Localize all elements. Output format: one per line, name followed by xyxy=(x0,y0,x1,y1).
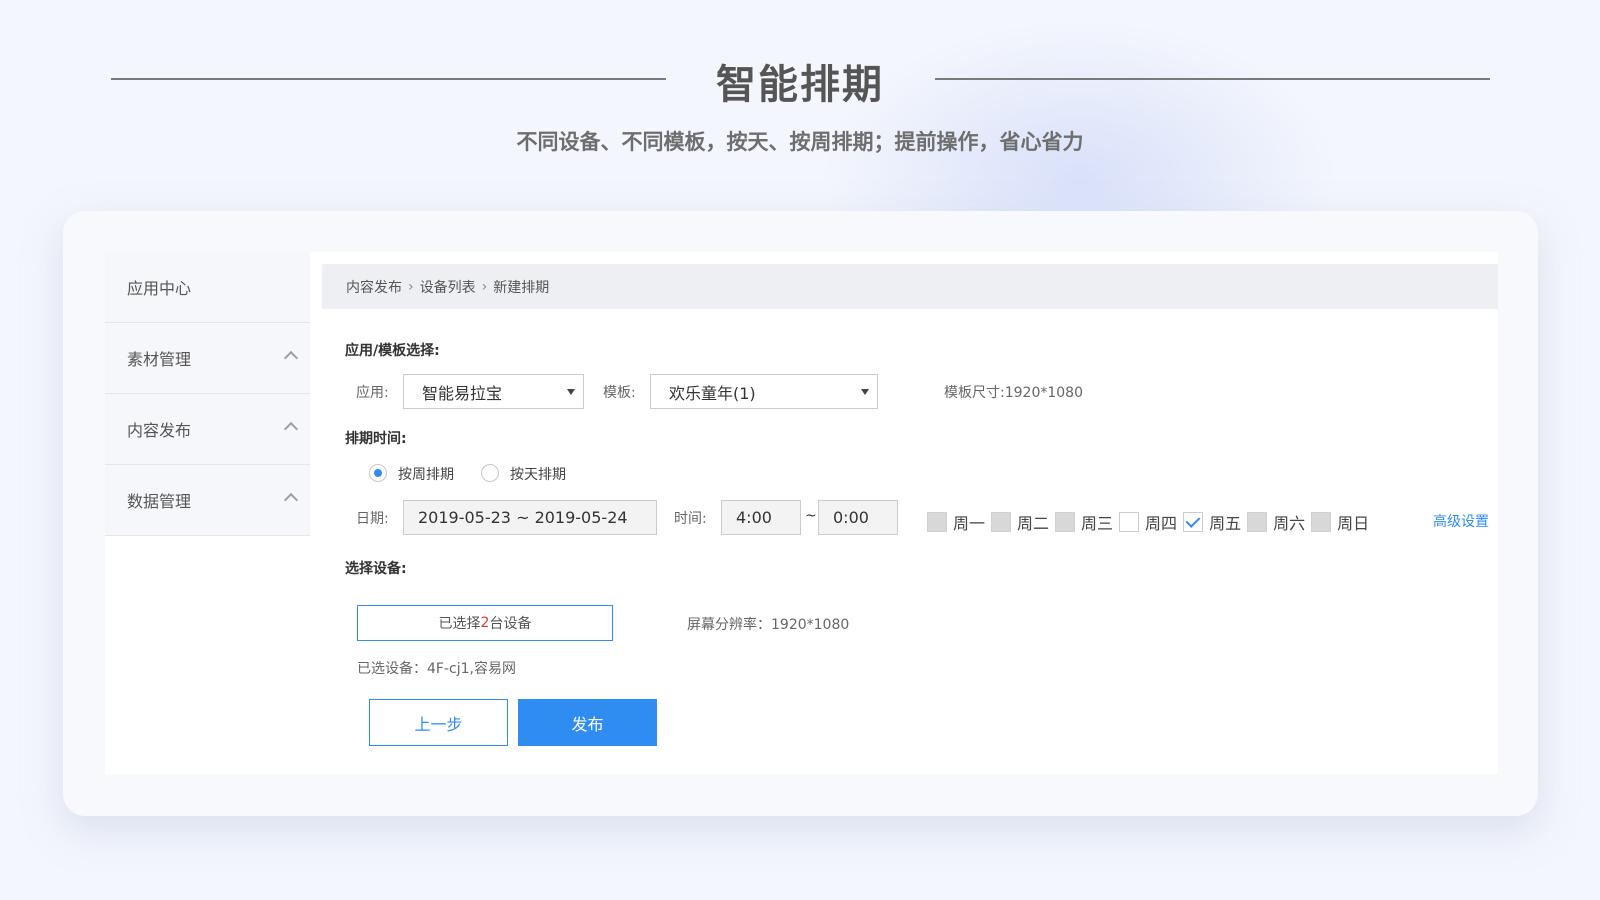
checkbox-disabled xyxy=(1247,512,1268,532)
template-select-value: 欢乐童年(1) xyxy=(669,383,756,403)
weekday-thu[interactable]: 周四 xyxy=(1119,510,1177,534)
template-size: 模板尺寸:1920*1080 xyxy=(944,385,1083,401)
date-range-value: 2019-05-23 ~ 2019-05-24 xyxy=(418,508,628,527)
weekday-sun[interactable]: 周日 xyxy=(1311,510,1369,534)
sidebar-item-label: 内容发布 xyxy=(127,421,192,440)
breadcrumb-item-current: 新建排期 xyxy=(493,279,550,296)
time-separator: ~ xyxy=(805,508,817,524)
weekday-mon[interactable]: 周一 xyxy=(927,510,985,534)
weekday-label: 周二 xyxy=(1017,514,1050,533)
device-count: 2 xyxy=(480,615,490,631)
checkmark-icon xyxy=(1183,512,1204,532)
section-label-app-template: 应用/模板选择: xyxy=(345,343,440,359)
sidebar-item-label: 素材管理 xyxy=(127,350,192,369)
time-start-input[interactable]: 4:00 xyxy=(721,500,801,535)
radio-week[interactable] xyxy=(369,464,387,482)
checkbox-disabled xyxy=(991,512,1012,532)
radio-week-label: 按周排期 xyxy=(398,467,454,483)
select-device-button[interactable]: 已选择 2 台设备 xyxy=(357,605,613,641)
breadcrumb-separator: › xyxy=(408,278,414,295)
screen-resolution: 屏幕分辨率：1920*1080 xyxy=(687,617,850,633)
weekday-fri[interactable]: 周五 xyxy=(1183,510,1241,534)
time-end-value: 0:00 xyxy=(833,508,869,527)
breadcrumb-separator: › xyxy=(481,278,488,295)
time-end-input[interactable]: 0:00 xyxy=(818,500,898,535)
chevron-up-icon xyxy=(283,492,299,508)
weekday-tue[interactable]: 周二 xyxy=(991,510,1049,534)
page-subtitle: 不同设备、不同模板，按天、按周排期；提前操作，省心省力 xyxy=(516,130,1084,154)
checkbox-disabled xyxy=(1055,512,1076,532)
caret-down-icon xyxy=(567,389,575,395)
weekday-label: 周四 xyxy=(1145,514,1178,533)
sidebar-item-material[interactable]: 素材管理 xyxy=(105,323,310,394)
page-title: 智能排期 xyxy=(716,62,884,108)
template-select[interactable]: 欢乐童年(1) xyxy=(650,374,878,409)
app-select[interactable]: 智能易拉宝 xyxy=(403,374,584,409)
section-label-device: 选择设备: xyxy=(345,561,407,577)
sidebar-item-data[interactable]: 数据管理 xyxy=(105,465,310,536)
radio-day-label: 按天排期 xyxy=(510,467,566,483)
weekday-sat[interactable]: 周六 xyxy=(1247,510,1305,534)
app-label: 应用: xyxy=(356,385,389,401)
breadcrumb: 内容发布 › 设备列表 › 新建排期 xyxy=(322,264,1498,309)
app-window: 应用中心 素材管理 内容发布 数据管理 内容发布 › 设备列表 › 新建排期 应… xyxy=(105,252,1498,774)
weekday-checkboxes: 周一 周二 周三 周四 周五 周六 周日 xyxy=(927,510,1375,534)
device-button-prefix: 已选择 xyxy=(438,616,481,632)
weekday-label: 周五 xyxy=(1209,514,1242,533)
app-select-value: 智能易拉宝 xyxy=(422,383,503,403)
weekday-label: 周一 xyxy=(953,514,986,533)
checkbox-unchecked xyxy=(1119,512,1140,532)
weekday-wed[interactable]: 周三 xyxy=(1055,510,1113,534)
chevron-up-icon xyxy=(283,350,299,366)
previous-step-button[interactable]: 上一步 xyxy=(369,699,508,746)
checkbox-disabled xyxy=(1311,512,1332,532)
sidebar-item-app-center[interactable]: 应用中心 xyxy=(105,252,310,323)
date-label: 日期: xyxy=(356,511,389,527)
sidebar-item-label: 数据管理 xyxy=(127,492,192,511)
time-start-value: 4:00 xyxy=(736,508,772,527)
section-label-schedule: 排期时间: xyxy=(345,431,407,447)
sidebar: 应用中心 素材管理 内容发布 数据管理 xyxy=(105,252,310,536)
caret-down-icon xyxy=(861,389,869,395)
advanced-settings-link[interactable]: 高级设置 xyxy=(1433,511,1489,531)
device-button-suffix: 台设备 xyxy=(489,616,532,632)
selected-devices: 已选设备：4F-cj1,容易网 xyxy=(357,661,516,677)
weekday-label: 周三 xyxy=(1081,514,1114,533)
breadcrumb-item[interactable]: 设备列表 xyxy=(420,277,476,297)
radio-day[interactable] xyxy=(481,464,499,482)
sidebar-item-content-publish[interactable]: 内容发布 xyxy=(105,394,310,465)
sidebar-item-label: 应用中心 xyxy=(127,279,192,298)
breadcrumb-item[interactable]: 内容发布 xyxy=(346,277,402,297)
checkbox-disabled xyxy=(927,512,947,532)
chevron-up-icon xyxy=(283,421,299,437)
publish-button[interactable]: 发布 xyxy=(518,699,657,746)
template-label: 模板: xyxy=(603,385,636,401)
date-range-input[interactable]: 2019-05-23 ~ 2019-05-24 xyxy=(403,500,657,535)
time-label: 时间: xyxy=(674,511,707,527)
weekday-label: 周六 xyxy=(1273,514,1306,533)
weekday-label: 周日 xyxy=(1337,514,1370,533)
